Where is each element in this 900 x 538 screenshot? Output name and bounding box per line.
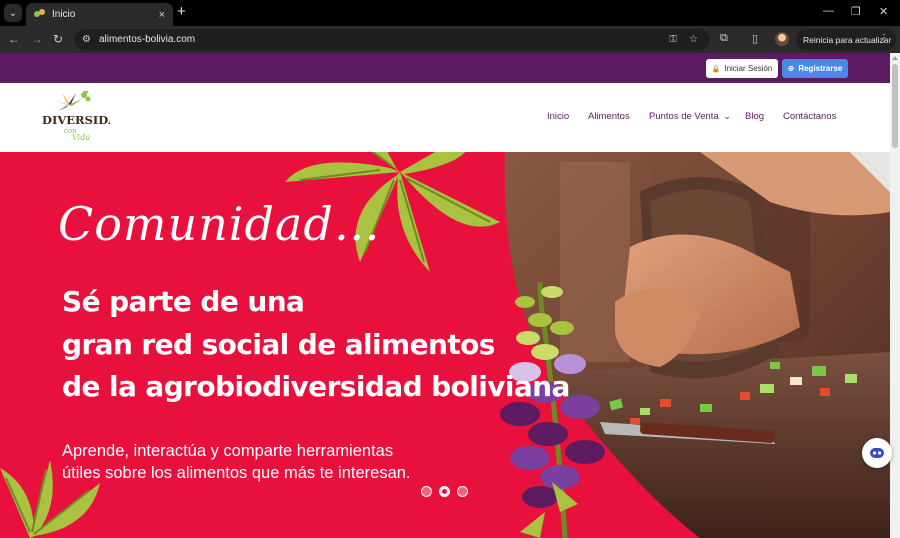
logo-text-main: DIVERSIDAD bbox=[42, 113, 110, 127]
back-icon[interactable]: ← bbox=[8, 31, 20, 47]
login-label: Iniciar Sesión bbox=[724, 64, 773, 73]
hero-slider[interactable]: Comunidad… Sé parte de una gran red soci… bbox=[0, 152, 890, 538]
browser-toolbar: ← → ↻ ⚙ alimentos-bolivia.com ⚿ ☆ ⧉ ▯ Re… bbox=[0, 26, 900, 53]
minimize-icon[interactable]: — bbox=[823, 5, 834, 17]
hero-headline-line3: de la agrobiodiversidad boliviana bbox=[62, 370, 570, 403]
favicon-icon bbox=[34, 9, 45, 20]
logo-text-vida: Vida bbox=[72, 133, 90, 142]
logo-leaf-icon: DIVERSIDAD con Vida bbox=[42, 88, 127, 142]
hero-subtext-line2: útiles sobre los alimentos que más te in… bbox=[62, 464, 411, 482]
tab-close-icon[interactable]: × bbox=[159, 9, 165, 21]
url-text[interactable]: alimentos-bolivia.com bbox=[99, 34, 669, 45]
hero-headline-line2: gran red social de alimentos bbox=[62, 328, 495, 361]
hero-script-title: Comunidad… bbox=[58, 197, 381, 251]
chevron-down-icon: ⌄ bbox=[723, 111, 731, 121]
close-window-icon[interactable]: ✕ bbox=[879, 5, 888, 18]
restore-icon[interactable]: ❐ bbox=[851, 5, 861, 18]
slider-dot-3[interactable] bbox=[457, 486, 468, 497]
password-key-icon[interactable]: ⚿ bbox=[669, 34, 677, 45]
browser-menu-icon[interactable]: ⋮ bbox=[879, 33, 889, 44]
reload-icon[interactable]: ↻ bbox=[53, 31, 63, 47]
sidebar-icon[interactable]: ▯ bbox=[752, 32, 758, 45]
chat-widget-button[interactable] bbox=[862, 438, 892, 468]
tab-title: Inicio bbox=[52, 9, 76, 20]
nav-item-contactanos[interactable]: Contáctanos bbox=[783, 111, 836, 122]
register-button[interactable]: ⊕ Registrarse bbox=[782, 59, 848, 78]
bookmark-star-icon[interactable]: ☆ bbox=[689, 34, 698, 45]
tab-search-icon[interactable]: ⌄ bbox=[4, 4, 22, 22]
chat-bot-icon bbox=[870, 448, 884, 458]
slider-dot-2[interactable] bbox=[439, 486, 450, 497]
browser-tabstrip: ⌄ Inicio × + — ❐ ✕ bbox=[0, 0, 900, 26]
relaunch-button[interactable]: Reinicia para actualizar ⋮ bbox=[796, 29, 896, 50]
top-utility-bar: 🔒 Iniciar Sesión ⊕ Registrarse bbox=[0, 53, 890, 83]
new-tab-button[interactable]: + bbox=[177, 4, 186, 20]
lock-icon: 🔒 bbox=[711, 65, 721, 73]
hero-headline-line1: Sé parte de una bbox=[62, 285, 305, 318]
forward-icon[interactable]: → bbox=[31, 31, 43, 47]
browser-tab-active[interactable]: Inicio × bbox=[26, 3, 173, 26]
main-navigation: DIVERSIDAD con Vida Inicio Alimentos Pun… bbox=[0, 83, 890, 152]
nav-item-inicio[interactable]: Inicio bbox=[547, 111, 569, 122]
extensions-icon[interactable]: ⧉ bbox=[720, 32, 728, 45]
site-logo[interactable]: DIVERSIDAD con Vida bbox=[40, 88, 127, 143]
address-bar[interactable]: ⚙ alimentos-bolivia.com ⚿ ☆ bbox=[74, 29, 710, 50]
site-info-icon[interactable]: ⚙ bbox=[82, 34, 91, 45]
globe-icon: ⊕ bbox=[787, 64, 795, 73]
scroll-up-arrow-icon[interactable] bbox=[892, 56, 898, 60]
profile-avatar[interactable] bbox=[775, 32, 789, 46]
slider-dot-1[interactable] bbox=[421, 486, 432, 497]
nav-item-puntos-de-venta[interactable]: Puntos de Venta ⌄ bbox=[649, 111, 731, 122]
nav-item-puntos-label: Puntos de Venta bbox=[649, 111, 719, 122]
register-label: Registrarse bbox=[798, 64, 843, 73]
nav-item-blog[interactable]: Blog bbox=[745, 111, 764, 122]
hero-subtext-line1: Aprende, interactúa y comparte herramien… bbox=[62, 442, 394, 460]
scrollbar-thumb[interactable] bbox=[892, 64, 898, 148]
nav-item-alimentos[interactable]: Alimentos bbox=[588, 111, 630, 122]
web-page: 🔒 Iniciar Sesión ⊕ Registrarse DIVERSID … bbox=[0, 53, 890, 538]
login-button[interactable]: 🔒 Iniciar Sesión bbox=[706, 59, 778, 78]
